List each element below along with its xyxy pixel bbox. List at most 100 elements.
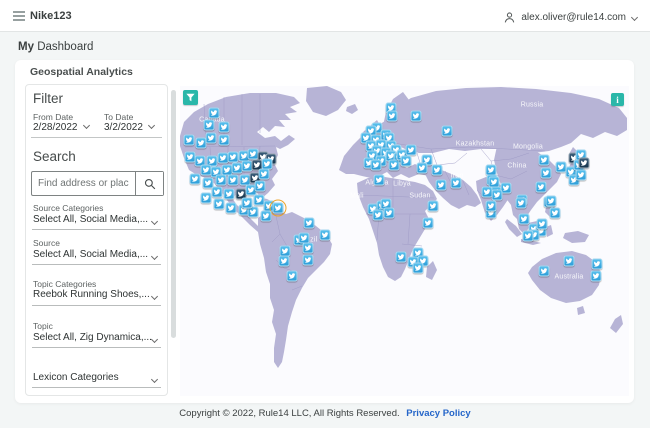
map-marker-twitter-icon[interactable] (223, 188, 235, 200)
source-select[interactable]: Select All, Social Media,... (33, 249, 148, 260)
map-marker-twitter-icon[interactable] (535, 181, 547, 193)
map-marker-twitter-icon[interactable] (241, 197, 253, 209)
map-filter-button[interactable] (183, 90, 198, 105)
divider (32, 264, 161, 265)
from-date-label: From Date (33, 112, 74, 122)
chevron-down-icon (150, 375, 159, 384)
map-marker-twitter-icon[interactable] (538, 154, 550, 166)
map-marker-twitter-icon[interactable] (422, 217, 434, 229)
map-marker-twitter-icon[interactable] (412, 262, 424, 274)
breadcrumb-rest: Dashboard (37, 41, 94, 53)
map-marker-twitter-icon[interactable] (383, 207, 395, 219)
map-marker-twitter-icon[interactable] (189, 173, 201, 185)
map-marker-twitter-icon[interactable] (272, 202, 284, 214)
privacy-policy-link[interactable]: Privacy Policy (406, 408, 470, 419)
map-marker-twitter-icon[interactable] (208, 107, 220, 119)
map-marker-twitter-icon[interactable] (435, 179, 447, 191)
user-menu[interactable]: alex.oliver@rule14.com (503, 8, 639, 26)
topic-categories-select[interactable]: Reebok Running Shoes,... (33, 289, 150, 300)
breadcrumb[interactable]: My Dashboard (18, 41, 93, 53)
map-marker-twitter-icon[interactable] (225, 202, 237, 214)
map-marker-twitter-icon[interactable] (319, 229, 331, 241)
map-marker-twitter-icon[interactable] (211, 186, 223, 198)
search-heading: Search (33, 149, 76, 164)
map-marker-twitter-icon[interactable] (395, 251, 407, 263)
map-marker-twitter-icon[interactable] (278, 255, 290, 267)
map-marker-twitter-icon[interactable] (518, 213, 530, 225)
map-marker-twitter-icon[interactable] (549, 207, 561, 219)
menu-icon[interactable] (13, 11, 25, 21)
map-marker-twitter-icon[interactable] (591, 258, 603, 270)
map-marker-twitter-icon[interactable] (540, 167, 552, 179)
search-button[interactable] (135, 172, 163, 195)
map-marker-twitter-icon[interactable] (303, 217, 315, 229)
topic-label: Topic (33, 321, 53, 331)
geospatial-map[interactable]: i CanadaRussiaKazakhstanMongoliaChinaIra… (180, 86, 629, 396)
map-marker-twitter-icon[interactable] (427, 200, 439, 212)
chevron-down-icon (82, 121, 90, 130)
source-categories-select[interactable]: Select All, Social Media,... (33, 214, 148, 225)
to-date-select[interactable]: 3/2/2022 (104, 121, 155, 133)
map-marker-twitter-icon[interactable] (416, 162, 428, 174)
lexicon-categories-select[interactable]: Lexicon Categories (33, 372, 119, 383)
map-marker-twitter-icon[interactable] (563, 255, 575, 267)
map-marker-twitter-icon[interactable] (215, 174, 227, 186)
map-marker-twitter-icon[interactable] (200, 192, 212, 204)
filter-funnel-icon (186, 93, 195, 102)
map-marker-twitter-icon[interactable] (485, 200, 497, 212)
page-title: Geospatial Analytics (30, 66, 133, 78)
map-marker-twitter-icon[interactable] (183, 134, 195, 146)
map-marker-twitter-icon[interactable] (227, 151, 239, 163)
map-marker-twitter-icon[interactable] (302, 242, 314, 254)
map-marker-twitter-icon[interactable] (205, 132, 217, 144)
source-label: Source (33, 238, 60, 248)
map-marker-twitter-icon[interactable] (302, 254, 314, 266)
map-marker-twitter-icon[interactable] (441, 125, 453, 137)
map-marker-twitter-icon[interactable] (515, 197, 527, 209)
map-marker-twitter-icon[interactable] (213, 198, 225, 210)
from-date-select[interactable]: 2/28/2022 (33, 121, 90, 133)
map-marker-twitter-icon[interactable] (286, 270, 298, 282)
map-marker-twitter-icon[interactable] (370, 159, 382, 171)
map-marker-twitter-icon[interactable] (260, 210, 272, 222)
map-marker-twitter-icon[interactable] (578, 157, 590, 169)
topic-select[interactable]: Select All, Zig Dynamica,... (33, 332, 152, 343)
search-input[interactable] (32, 172, 135, 195)
search-box (31, 171, 164, 196)
map-marker-twitter-icon[interactable] (431, 164, 443, 176)
chevron-down-icon (630, 13, 639, 21)
map-info-button[interactable]: i (611, 93, 624, 106)
divider (32, 387, 161, 388)
map-marker-twitter-icon[interactable] (405, 144, 417, 156)
map-marker-twitter-icon[interactable] (522, 230, 534, 242)
map-marker-twitter-icon[interactable] (372, 209, 384, 221)
map-marker-twitter-icon[interactable] (218, 134, 230, 146)
brand-title[interactable]: Nike123 (30, 10, 72, 22)
map-marker-twitter-icon[interactable] (545, 195, 557, 207)
map-marker-twitter-icon[interactable] (203, 119, 215, 131)
map-marker-twitter-icon[interactable] (388, 159, 400, 171)
map-marker-twitter-icon[interactable] (227, 174, 239, 186)
map-marker-twitter-icon[interactable] (536, 218, 548, 230)
map-marker-twitter-icon[interactable] (195, 137, 207, 149)
search-icon (144, 178, 155, 189)
map-marker-twitter-icon[interactable] (258, 168, 270, 180)
panel-scrollbar[interactable] (171, 90, 176, 338)
map-marker-twitter-icon[interactable] (218, 121, 230, 133)
breadcrumb-bold: My (18, 41, 34, 53)
map-marker-twitter-icon[interactable] (491, 189, 503, 201)
info-icon: i (616, 94, 619, 105)
filter-panel: Filter From Date To Date 2/28/2022 3/2/2… (25, 84, 168, 396)
map-marker-twitter-icon[interactable] (575, 169, 587, 181)
divider (31, 137, 162, 138)
map-marker-twitter-icon[interactable] (590, 270, 602, 282)
map-marker-twitter-icon[interactable] (450, 177, 462, 189)
map-marker-twitter-icon[interactable] (400, 155, 412, 167)
user-email: alex.oliver@rule14.com (521, 11, 626, 23)
map-marker-twitter-icon[interactable] (538, 265, 550, 277)
map-marker-twitter-icon[interactable] (386, 110, 398, 122)
map-marker-twitter-icon[interactable] (410, 110, 422, 122)
filter-heading: Filter (33, 91, 63, 106)
map-marker-twitter-icon[interactable] (254, 180, 266, 192)
map-marker-twitter-icon[interactable] (373, 174, 385, 186)
